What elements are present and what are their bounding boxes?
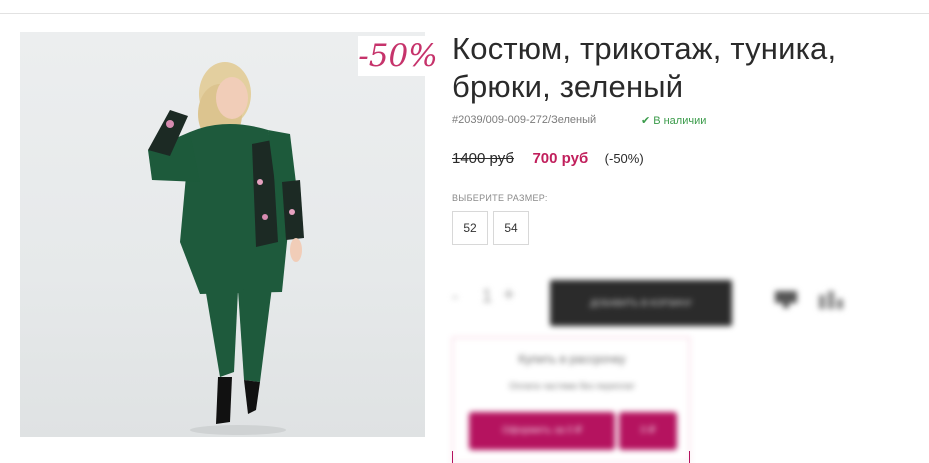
discount-badge: -50% [358,36,438,76]
installment-subtitle: Оплата частями без переплат [509,381,635,391]
panel-edge-left [452,451,453,463]
panel-edge-right [689,451,690,463]
installment-button[interactable]: Оформить за 0 ₽ [469,412,615,450]
discount-percent: (-50%) [604,151,644,166]
compare-icon[interactable] [815,289,845,311]
installment-price-button[interactable]: 0 ₽ [619,412,677,450]
product-title: Костюм, трикотаж, туника, брюки, зеленый [452,31,837,104]
current-price: 700 руб [532,150,589,167]
stock-status: ✔ В наличии [641,114,706,127]
product-sku: #2039/009-009-272/Зеленый [452,114,597,126]
quantity-increase-button[interactable]: + [503,284,515,307]
stock-label: В наличии [653,115,707,127]
product-photo-illustration [148,62,304,435]
installment-panel: Купить в рассрочку Оплата частями без пе… [452,337,690,463]
price-row: 1400 руб 700 руб (-50%) [452,150,644,168]
old-price: 1400 руб [452,150,514,167]
heart-icon[interactable] [773,289,799,309]
size-option-52[interactable]: 52 [452,211,488,245]
size-option-54[interactable]: 54 [493,211,529,245]
add-to-cart-button[interactable]: ДОБАВИТЬ В КОРЗИНУ [550,280,732,326]
quantity-value[interactable]: 1 [482,286,492,307]
header-divider [0,13,929,14]
checkmark-icon: ✔ [641,115,651,127]
installment-title: Купить в рассрочку [518,352,626,366]
quantity-decrease-button[interactable]: - [452,286,458,307]
size-selector-label: ВЫБЕРИТЕ РАЗМЕР: [452,193,548,203]
product-image[interactable] [20,32,425,437]
